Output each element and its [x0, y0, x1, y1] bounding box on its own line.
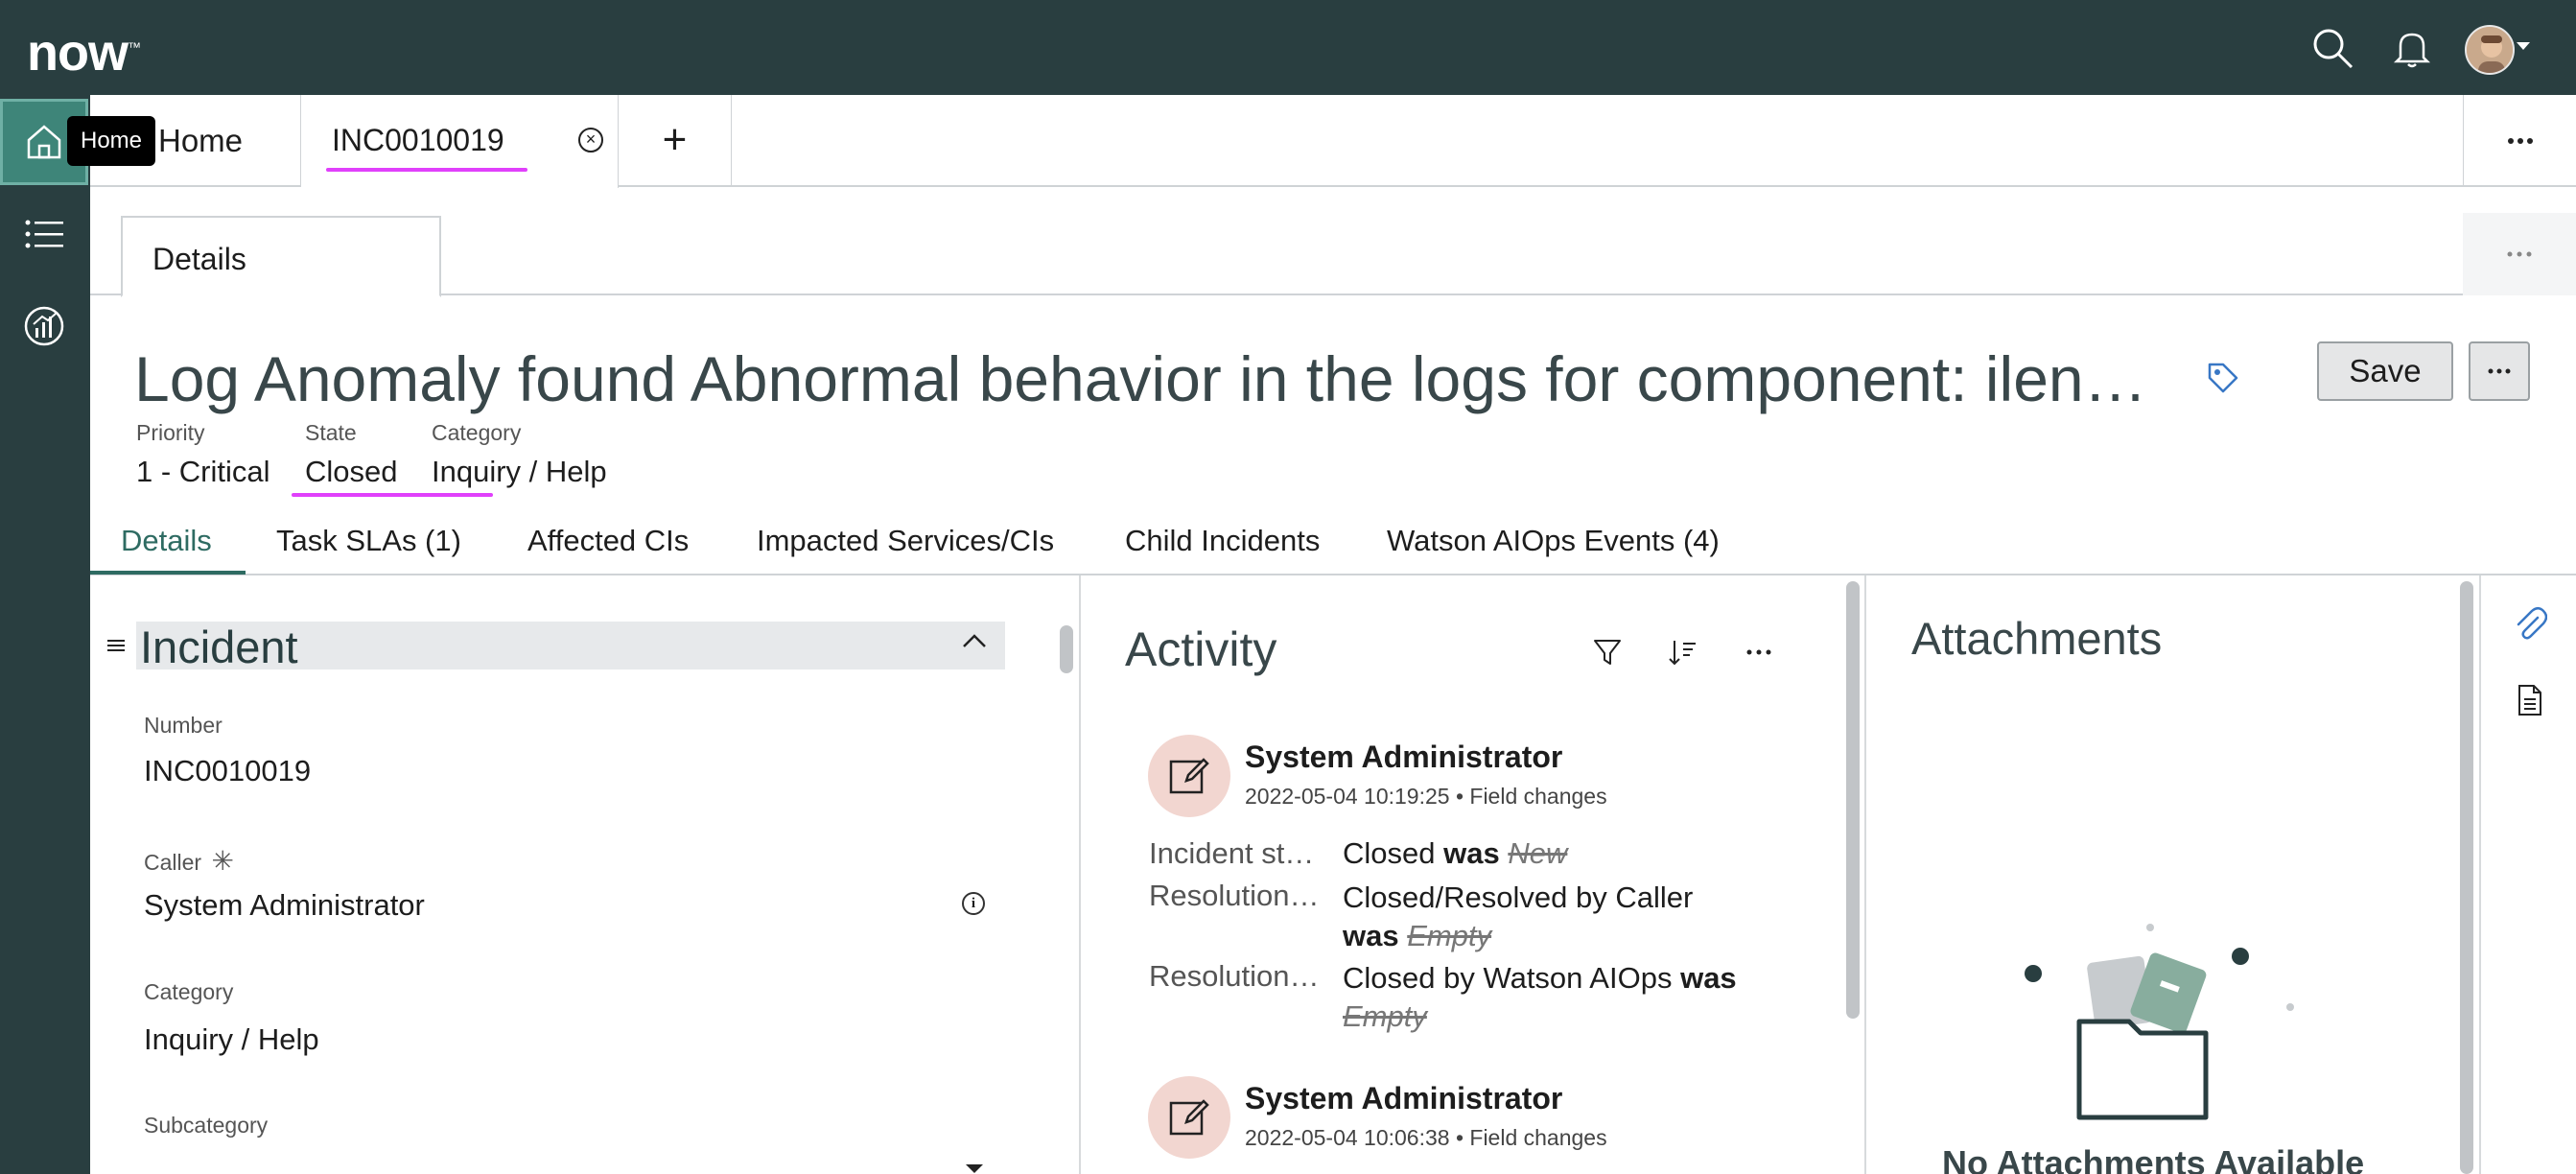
chevron-up-icon[interactable] [962, 633, 987, 653]
bell-icon[interactable] [2388, 25, 2436, 73]
category-value: Inquiry / Help [432, 455, 607, 488]
activity-title: Activity [1125, 622, 1277, 676]
home-tooltip: Home [67, 116, 156, 166]
filter-icon[interactable] [1586, 631, 1628, 673]
search-icon[interactable] [2309, 25, 2357, 73]
details-tab-label[interactable]: Details [152, 242, 246, 277]
priority-value: 1 - Critical [136, 455, 270, 488]
record-subheader [90, 188, 2576, 295]
panel-divider [1864, 575, 1866, 1174]
save-button[interactable]: Save [2317, 341, 2453, 401]
caller-field-label: Caller ✳ [144, 846, 234, 876]
section-tab-child-incidents[interactable]: Child Incidents [1125, 524, 1320, 558]
category-field-label: Category [144, 979, 234, 1004]
no-attachments-message: No Attachments Available [1942, 1143, 2365, 1174]
activity-more-icon[interactable] [1738, 631, 1780, 673]
panel-divider [1079, 575, 1081, 1174]
field-change-icon [1148, 735, 1230, 817]
subcategory-dropdown-icon[interactable] [966, 1164, 983, 1173]
activity-entry-author: System Administrator [1245, 740, 1563, 774]
activity-entry-meta: 2022-05-04 10:06:38 • Field changes [1245, 1125, 1607, 1150]
details-more-icon[interactable] [2463, 213, 2576, 295]
avatar-dropdown-caret-icon[interactable] [2517, 42, 2530, 50]
tab-home-label[interactable]: Home [158, 123, 243, 159]
field-change-icon [1148, 1076, 1230, 1159]
analytics-icon[interactable] [21, 303, 67, 349]
close-tab-icon[interactable]: × [578, 128, 603, 153]
subcategory-field-label: Subcategory [144, 1113, 269, 1138]
change-field-label: Resolution… [1149, 959, 1320, 993]
category-label: Category [432, 420, 522, 445]
section-tab-task-slas[interactable]: Task SLAs (1) [276, 524, 461, 558]
category-field-value[interactable]: Inquiry / Help [144, 1022, 319, 1057]
info-icon[interactable]: i [962, 892, 985, 915]
activity-entry-author: System Administrator [1245, 1081, 1563, 1115]
panel-divider [2479, 575, 2481, 1174]
list-icon[interactable] [21, 211, 67, 257]
caller-field-value[interactable]: System Administrator [144, 888, 425, 923]
drag-handle-icon[interactable] [107, 639, 125, 657]
section-tab-affected-cis[interactable]: Affected CIs [527, 524, 689, 558]
more-tabs-icon[interactable] [2463, 95, 2576, 187]
more-actions-button[interactable] [2469, 341, 2530, 401]
number-field-label: Number [144, 713, 222, 738]
empty-folder-illustration [2014, 916, 2302, 1141]
state-value: Closed [305, 455, 398, 488]
tag-icon[interactable] [2206, 361, 2240, 400]
change-field-label: Resolution… [1149, 879, 1320, 912]
section-tab-details[interactable]: Details [121, 524, 212, 558]
attachments-scrollbar[interactable] [2460, 581, 2473, 1174]
servicenow-logo[interactable]: now™ [27, 23, 141, 82]
number-field-value[interactable]: INC0010019 [144, 754, 311, 788]
tab-highlight-underline [326, 168, 527, 172]
activity-entry-meta: 2022-05-04 10:19:25 • Field changes [1245, 784, 1607, 809]
state-label: State [305, 420, 357, 445]
state-highlight-underline [292, 493, 493, 497]
active-section-tab-indicator [90, 571, 246, 575]
record-title: Log Anomaly found Abnormal behavior in t… [134, 343, 2167, 414]
attachments-title: Attachments [1911, 613, 2163, 664]
section-tabs-divider [90, 574, 2576, 575]
section-tab-watson-events[interactable]: Watson AIOps Events (4) [1387, 524, 1720, 558]
required-mark-icon: ✳ [211, 846, 234, 876]
incident-section-title: Incident [140, 622, 298, 672]
activity-scrollbar[interactable] [1846, 581, 1860, 1019]
paperclip-icon[interactable] [2513, 604, 2548, 647]
sort-icon[interactable] [1661, 631, 1703, 673]
document-icon[interactable] [2517, 684, 2543, 721]
change-field-value: Closed was New [1343, 836, 1568, 870]
add-tab-button[interactable]: + [619, 95, 732, 187]
incident-panel-scrollbar[interactable] [1060, 625, 1073, 673]
tab-incident-label[interactable]: INC0010019 [332, 123, 504, 158]
section-tab-impacted-services[interactable]: Impacted Services/CIs [757, 524, 1054, 558]
change-field-value: Closed/Resolved by Caller was Empty [1343, 880, 1694, 952]
change-field-value: Closed by Watson AIOps was Empty [1343, 961, 1737, 1033]
user-avatar[interactable] [2465, 25, 2515, 75]
change-field-label: Incident st… [1149, 836, 1315, 870]
priority-label: Priority [136, 420, 205, 445]
top-navigation-bar [0, 0, 2576, 95]
